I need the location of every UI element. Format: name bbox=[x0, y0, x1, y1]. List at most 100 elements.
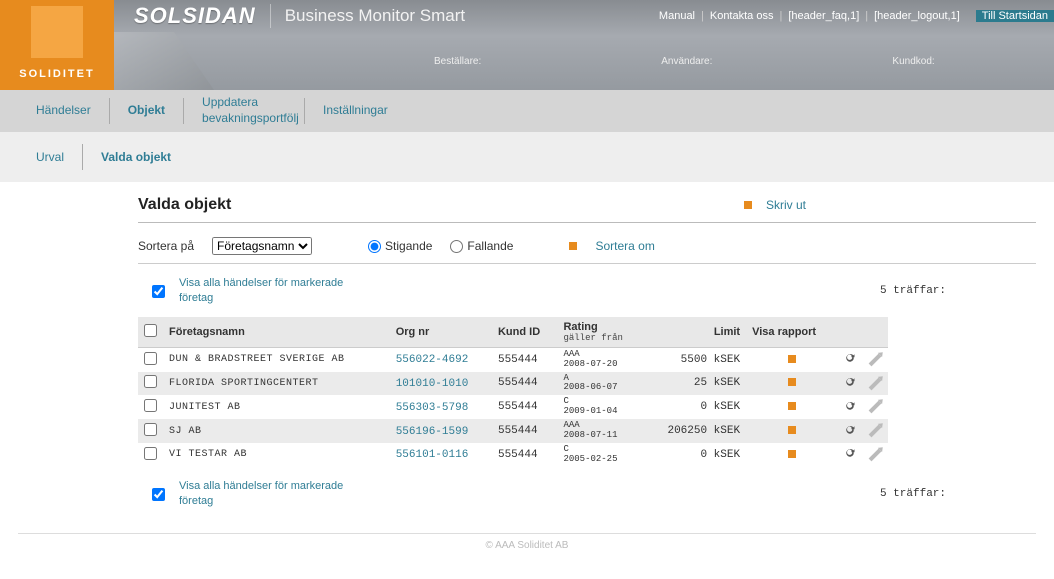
show-events-label[interactable]: Visa alla händelser för markerade företa… bbox=[179, 479, 359, 510]
report-icon[interactable] bbox=[788, 378, 796, 386]
cell-limit: 0 kSEK bbox=[644, 443, 746, 467]
footer: © AAA Soliditet AB bbox=[18, 533, 1036, 557]
row-checkbox[interactable] bbox=[144, 399, 157, 412]
label-orderer: Beställare: bbox=[434, 56, 481, 67]
orgnr-link[interactable]: 556022-4692 bbox=[396, 354, 469, 366]
refresh-button[interactable] bbox=[844, 403, 856, 415]
edit-button[interactable] bbox=[869, 401, 882, 414]
refresh-icon bbox=[844, 424, 856, 436]
main-nav: Händelser Objekt Uppdatera bevakningspor… bbox=[0, 90, 1054, 132]
top-links: Manual | Kontakta oss | [header_faq,1] |… bbox=[653, 10, 1054, 22]
label-user: Användare: bbox=[661, 56, 712, 67]
table-row: FLORIDA SPORTINGCENTERT 101010-1010 555444… bbox=[138, 372, 888, 396]
cell-kund: 555444 bbox=[492, 347, 557, 371]
cell-rating: A2008-06-07 bbox=[557, 372, 643, 396]
subnav-selected[interactable]: Valda objekt bbox=[83, 150, 189, 164]
refresh-icon bbox=[844, 376, 856, 388]
col-orgnr[interactable]: Org nr bbox=[390, 317, 492, 348]
refresh-icon bbox=[844, 447, 856, 459]
select-all-checkbox[interactable] bbox=[144, 324, 157, 337]
logo-text: SOLIDITET bbox=[19, 68, 94, 80]
cell-name: DUN & BRADSTREET SVERIGE AB bbox=[163, 347, 390, 371]
sub-nav: Urval Valda objekt bbox=[0, 132, 1054, 182]
cell-name: FLORIDA SPORTINGCENTERT bbox=[163, 372, 390, 396]
orgnr-link[interactable]: 556101-0116 bbox=[396, 449, 469, 461]
show-events-checkbox-top[interactable] bbox=[152, 285, 165, 298]
print-link[interactable]: Skriv ut bbox=[744, 198, 806, 212]
cell-rating: C2005-02-25 bbox=[557, 443, 643, 467]
orgnr-link[interactable]: 556196-1599 bbox=[396, 426, 469, 438]
link-contact[interactable]: Kontakta oss bbox=[704, 10, 780, 22]
nav-events[interactable]: Händelser bbox=[18, 103, 109, 119]
row-checkbox[interactable] bbox=[144, 423, 157, 436]
table-row: DUN & BRADSTREET SVERIGE AB 556022-4692 55… bbox=[138, 347, 888, 371]
cell-name: JUNITEST AB bbox=[163, 395, 390, 419]
table-row: VI TESTAR AB556101-0116555444C2005-02-25… bbox=[138, 443, 888, 467]
report-icon[interactable] bbox=[788, 450, 796, 458]
link-startpage[interactable]: Till Startsidan bbox=[976, 10, 1054, 22]
logo: SOLIDITET bbox=[0, 0, 114, 90]
report-icon[interactable] bbox=[788, 355, 796, 363]
hit-count: 5 träffar: bbox=[880, 488, 946, 500]
col-limit[interactable]: Limit bbox=[644, 317, 746, 348]
show-events-checkbox-bottom[interactable] bbox=[152, 488, 165, 501]
radio-asc[interactable]: Stigande bbox=[368, 239, 432, 253]
cell-rating: AAA2008-07-20 bbox=[557, 347, 643, 371]
logo-square bbox=[31, 6, 83, 58]
nav-update[interactable]: Uppdatera bevakningsportfölj bbox=[184, 95, 304, 126]
refresh-button[interactable] bbox=[844, 355, 856, 367]
row-checkbox[interactable] bbox=[144, 447, 157, 460]
col-name[interactable]: Företagsnamn bbox=[163, 317, 390, 348]
edit-button[interactable] bbox=[869, 377, 882, 390]
cell-kund: 555444 bbox=[492, 372, 557, 396]
content: Valda objekt Skriv ut Sortera på Företag… bbox=[0, 182, 1054, 529]
orgnr-link[interactable]: 556303-5798 bbox=[396, 402, 469, 414]
cell-kund: 555444 bbox=[492, 395, 557, 419]
table-row: JUNITEST AB556303-5798555444C2009-01-040… bbox=[138, 395, 888, 419]
col-kund[interactable]: Kund ID bbox=[492, 317, 557, 348]
resort-link[interactable]: Sortera om bbox=[595, 239, 654, 253]
app-subtitle: Business Monitor Smart bbox=[285, 6, 465, 26]
orgnr-link[interactable]: 101010-1010 bbox=[396, 378, 469, 390]
refresh-button[interactable] bbox=[844, 427, 856, 439]
link-faq[interactable]: [header_faq,1] bbox=[782, 10, 865, 22]
page-title: Valda objekt bbox=[138, 196, 231, 214]
cell-name: SJ AB bbox=[163, 419, 390, 443]
edit-button[interactable] bbox=[869, 425, 882, 438]
divider bbox=[270, 4, 271, 28]
report-icon[interactable] bbox=[788, 426, 796, 434]
radio-desc[interactable]: Fallande bbox=[450, 239, 513, 253]
row-checkbox[interactable] bbox=[144, 352, 157, 365]
col-rating[interactable]: Rating gäller från bbox=[557, 317, 643, 348]
link-manual[interactable]: Manual bbox=[653, 10, 701, 22]
square-icon bbox=[744, 201, 752, 209]
refresh-button[interactable] bbox=[844, 450, 856, 462]
refresh-button[interactable] bbox=[844, 379, 856, 391]
app-title: SOLSIDAN bbox=[134, 3, 256, 29]
label-custcode: Kundkod: bbox=[892, 56, 934, 67]
col-report[interactable]: Visa rapport bbox=[746, 317, 838, 348]
sort-select[interactable]: Företagsnamn bbox=[212, 237, 312, 255]
objects-table: Företagsnamn Org nr Kund ID Rating gälle… bbox=[138, 317, 888, 467]
cell-limit: 5500 kSEK bbox=[644, 347, 746, 371]
radio-asc-input[interactable] bbox=[368, 240, 381, 253]
row-checkbox[interactable] bbox=[144, 375, 157, 388]
nav-settings[interactable]: Inställningar bbox=[305, 103, 406, 119]
cell-rating: AAA2008-07-11 bbox=[557, 419, 643, 443]
show-events-label[interactable]: Visa alla händelser för markerade företa… bbox=[179, 276, 359, 307]
report-icon[interactable] bbox=[788, 402, 796, 410]
hit-count: 5 träffar: bbox=[880, 285, 946, 297]
header-right: SOLSIDAN Business Monitor Smart Manual |… bbox=[114, 0, 1054, 90]
table-row: SJ AB556196-1599555444AAA2008-07-1120625… bbox=[138, 419, 888, 443]
cell-kund: 555444 bbox=[492, 419, 557, 443]
cell-kund: 555444 bbox=[492, 443, 557, 467]
header: SOLIDITET SOLSIDAN Business Monitor Smar… bbox=[0, 0, 1054, 90]
subnav-urval[interactable]: Urval bbox=[18, 150, 82, 164]
link-logout[interactable]: [header_logout,1] bbox=[868, 10, 966, 22]
edit-button[interactable] bbox=[869, 353, 882, 366]
edit-button[interactable] bbox=[869, 449, 882, 462]
sort-label: Sortera på bbox=[138, 239, 194, 253]
nav-objects[interactable]: Objekt bbox=[110, 103, 183, 119]
radio-desc-input[interactable] bbox=[450, 240, 463, 253]
cell-limit: 25 kSEK bbox=[644, 372, 746, 396]
